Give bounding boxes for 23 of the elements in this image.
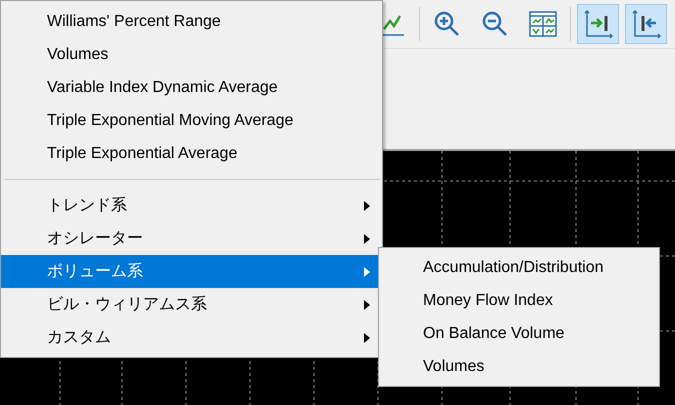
menu-item[interactable]: ビル・ウィリアムス系 [1,288,382,321]
menu-item[interactable]: Volumes [379,350,659,383]
submenu-arrow-icon [364,300,370,310]
toolbar-button[interactable] [625,4,667,44]
submenu-arrow-icon [364,267,370,277]
menu-item[interactable]: Money Flow Index [379,284,659,317]
toolbar-button[interactable] [577,4,619,44]
menu-item[interactable]: オシレーター [1,222,382,255]
menu-item[interactable]: カスタム [1,321,382,354]
tile-windows-icon [528,9,558,39]
menu-item[interactable]: Triple Exponential Moving Average [1,104,382,137]
scroll-left-icon [631,9,661,39]
submenu-arrow-icon [364,201,370,211]
menu-item[interactable]: Volumes [1,38,382,71]
submenu-arrow-icon [364,333,370,343]
menu-item[interactable]: On Balance Volume [379,317,659,350]
menu-item[interactable]: Williams' Percent Range [1,5,382,38]
shift-right-icon [583,9,613,39]
menu-item[interactable]: トレンド系 [1,189,382,222]
submenu-arrow-icon [364,234,370,244]
menu-item[interactable]: Variable Index Dynamic Average [1,71,382,104]
menu-item[interactable]: Accumulation/Distribution [379,251,659,284]
menu-item[interactable]: Triple Exponential Average [1,137,382,170]
